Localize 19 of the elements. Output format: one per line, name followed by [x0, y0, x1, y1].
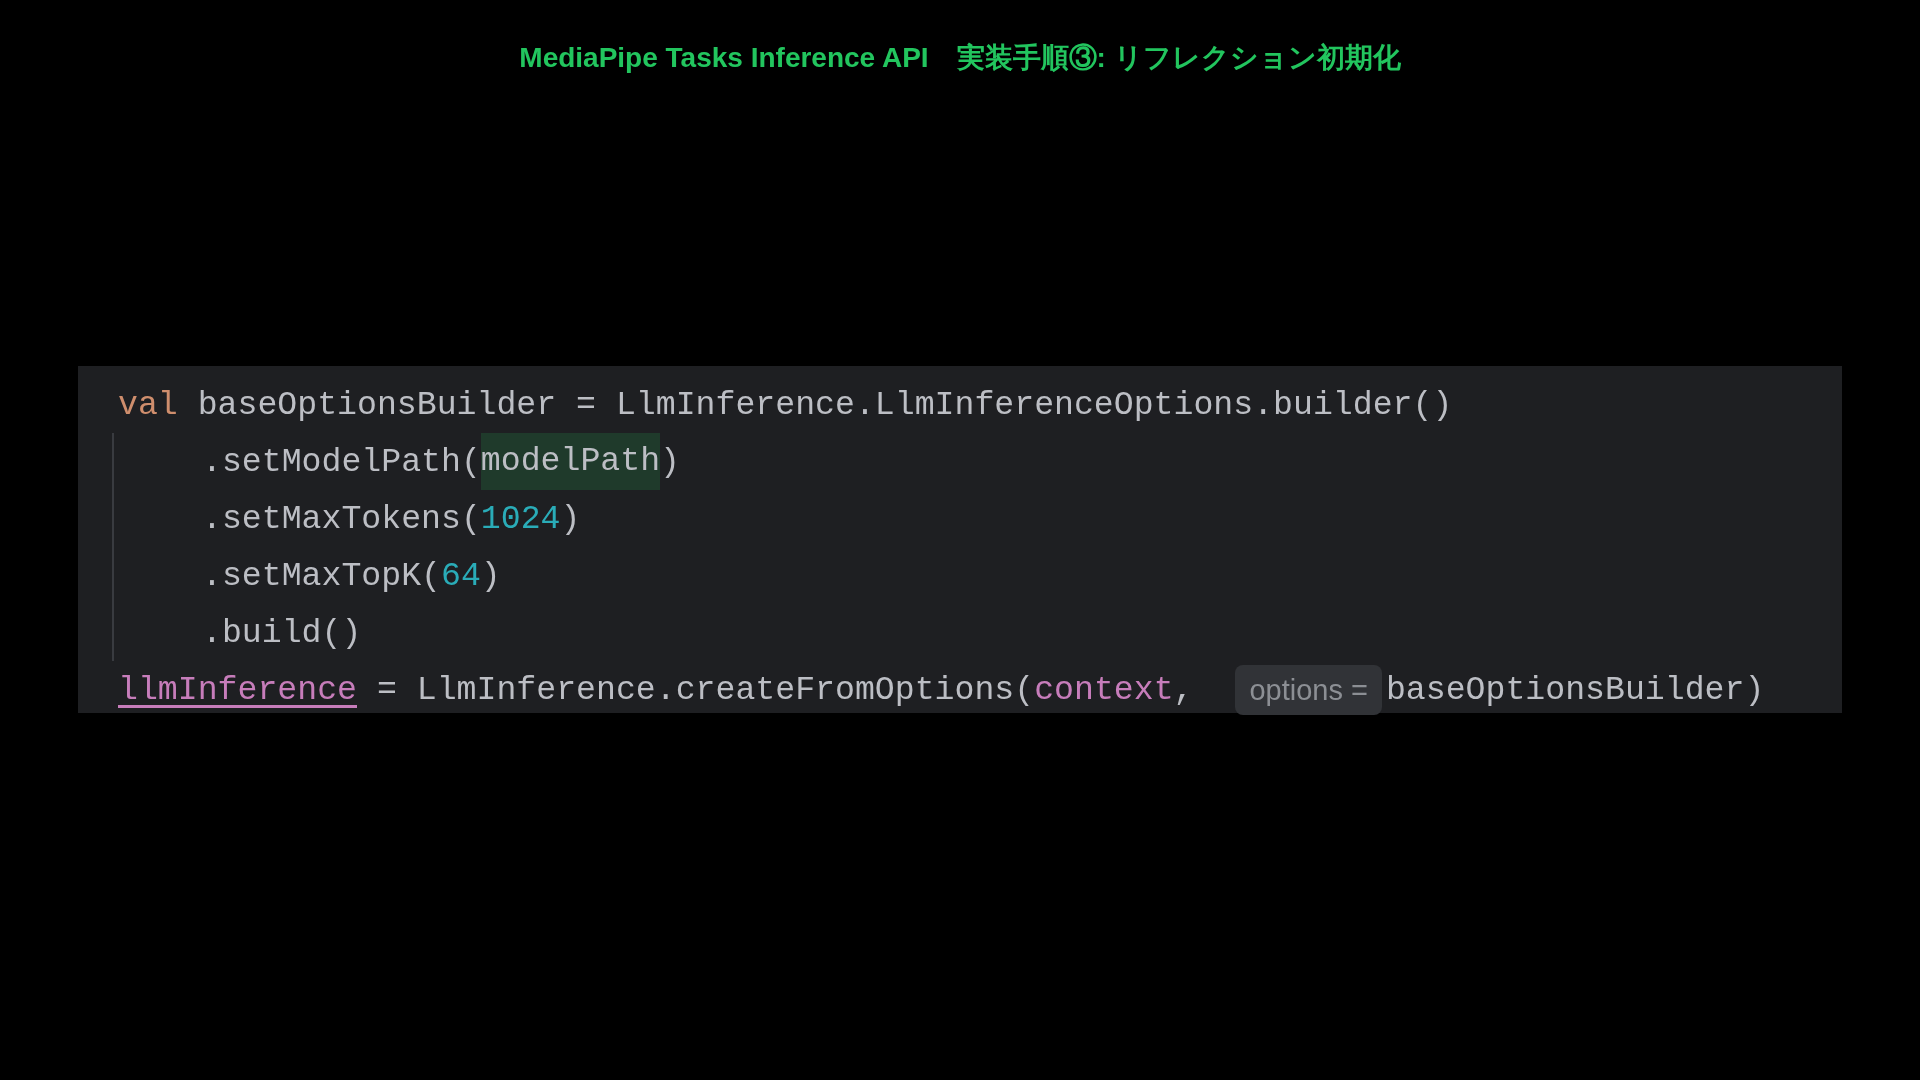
variable-name: llmInference [118, 669, 357, 711]
code-text: ) [660, 441, 680, 483]
parameter-name: context [1034, 669, 1174, 711]
code-text: .build() [202, 612, 362, 654]
number-literal: 1024 [480, 498, 561, 540]
code-text: baseOptionsBuilder = LlmInference.LlmInferenceOptions.builder() [196, 384, 1453, 426]
code-text: .setMaxTokens( [202, 498, 481, 540]
code-text: .setMaxTopK( [202, 555, 441, 597]
number-literal: 64 [441, 555, 481, 597]
code-text: .setModelPath( [202, 441, 481, 483]
code-keyword: val [118, 384, 178, 426]
parameter-hint: options = [1235, 664, 1382, 715]
code-text: baseOptionsBuilder) [1385, 669, 1765, 711]
highlighted-identifier: modelPath [480, 433, 661, 490]
code-text: , [1173, 669, 1195, 711]
code-text: ) [560, 498, 581, 540]
code-text: ) [480, 555, 501, 597]
code-text: = LlmInference.createFromOptions( [375, 669, 1035, 711]
slide-title: MediaPipe Tasks Inference API 実装手順③: リフレクション初期化 [519, 41, 1401, 75]
